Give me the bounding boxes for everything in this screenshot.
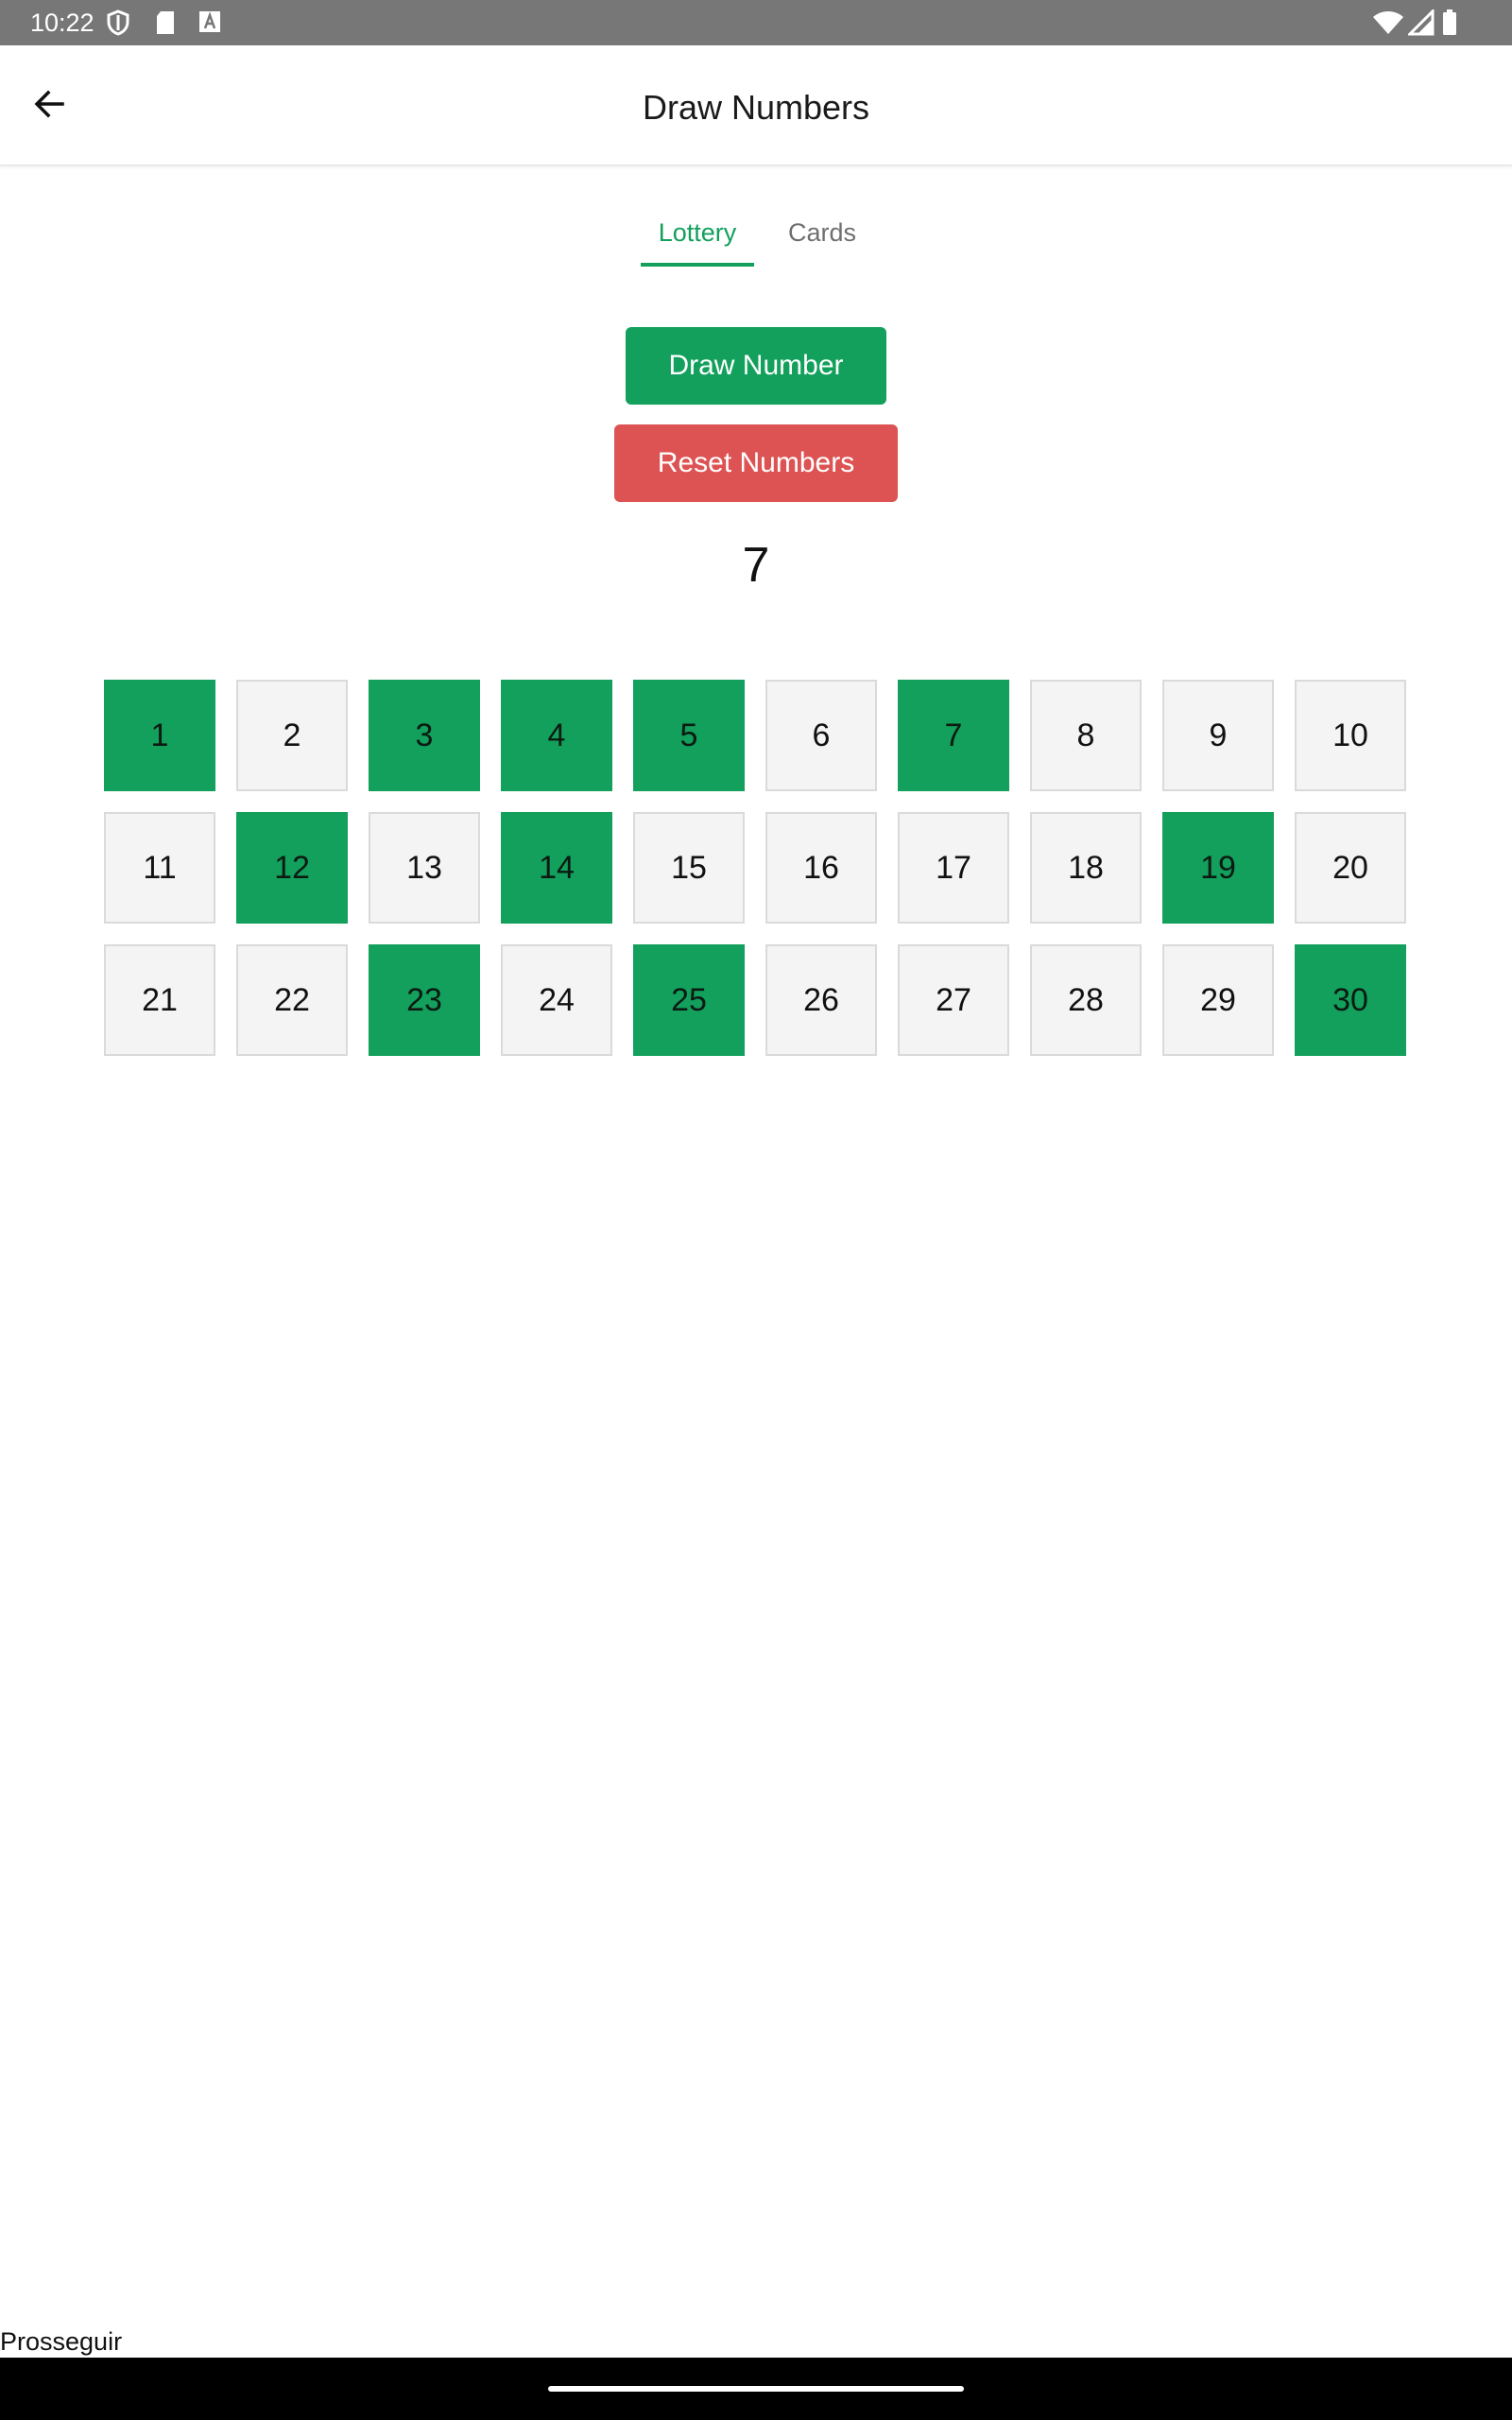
number-cell[interactable]: 30 (1295, 944, 1406, 1056)
number-cell[interactable]: 7 (898, 680, 1009, 791)
number-cell[interactable]: 1 (104, 680, 215, 791)
tab-lottery[interactable]: Lottery (641, 208, 754, 267)
current-drawn-number: 7 (742, 538, 770, 593)
draw-number-button[interactable]: Draw Number (626, 327, 886, 405)
tab-bar: Lottery Cards (0, 208, 1512, 267)
home-handle[interactable] (548, 2386, 964, 2392)
status-bar: 10:22 (0, 0, 1512, 45)
number-cell[interactable]: 17 (898, 812, 1009, 924)
number-cell[interactable]: 8 (1030, 680, 1142, 791)
status-time: 10:22 (30, 9, 94, 37)
reset-numbers-button[interactable]: Reset Numbers (614, 424, 898, 502)
shield-icon (106, 9, 130, 41)
number-cell[interactable]: 13 (369, 812, 480, 924)
number-cell[interactable]: 4 (501, 680, 612, 791)
number-cell[interactable]: 3 (369, 680, 480, 791)
page-title: Draw Numbers (642, 88, 870, 127)
number-cell[interactable]: 10 (1295, 680, 1406, 791)
proceed-link[interactable]: Prosseguir (0, 2325, 122, 2358)
battery-icon (1442, 9, 1457, 41)
number-cell[interactable]: 15 (633, 812, 745, 924)
number-cell[interactable]: 29 (1162, 944, 1274, 1056)
number-cell[interactable]: 23 (369, 944, 480, 1056)
number-cell[interactable]: 22 (236, 944, 348, 1056)
number-cell[interactable]: 18 (1030, 812, 1142, 924)
number-cell[interactable]: 14 (501, 812, 612, 924)
number-cell[interactable]: 16 (765, 812, 877, 924)
number-cell[interactable]: 27 (898, 944, 1009, 1056)
navigation-bar (0, 2358, 1512, 2420)
number-cell[interactable]: 24 (501, 944, 612, 1056)
number-cell[interactable]: 26 (765, 944, 877, 1056)
wifi-icon (1372, 9, 1404, 41)
number-cell[interactable]: 9 (1162, 680, 1274, 791)
number-cell[interactable]: 25 (633, 944, 745, 1056)
number-cell[interactable]: 21 (104, 944, 215, 1056)
text-a-icon (198, 9, 221, 39)
number-cell[interactable]: 5 (633, 680, 745, 791)
number-cell[interactable]: 19 (1162, 812, 1274, 924)
number-cell[interactable]: 28 (1030, 944, 1142, 1056)
number-cell[interactable]: 2 (236, 680, 348, 791)
number-grid: 1 2 3 4 5 6 7 8 9 10 11 12 13 14 15 16 17 18 19 20 21 22 23 24 2… (104, 680, 1408, 1056)
number-cell[interactable]: 20 (1295, 812, 1406, 924)
number-cell[interactable]: 11 (104, 812, 215, 924)
sd-card-icon (155, 9, 176, 41)
number-cell[interactable]: 6 (765, 680, 877, 791)
signal-icon (1406, 8, 1435, 41)
tab-cards[interactable]: Cards (773, 208, 871, 267)
app-bar: Draw Numbers (0, 45, 1512, 166)
number-cell[interactable]: 12 (236, 812, 348, 924)
